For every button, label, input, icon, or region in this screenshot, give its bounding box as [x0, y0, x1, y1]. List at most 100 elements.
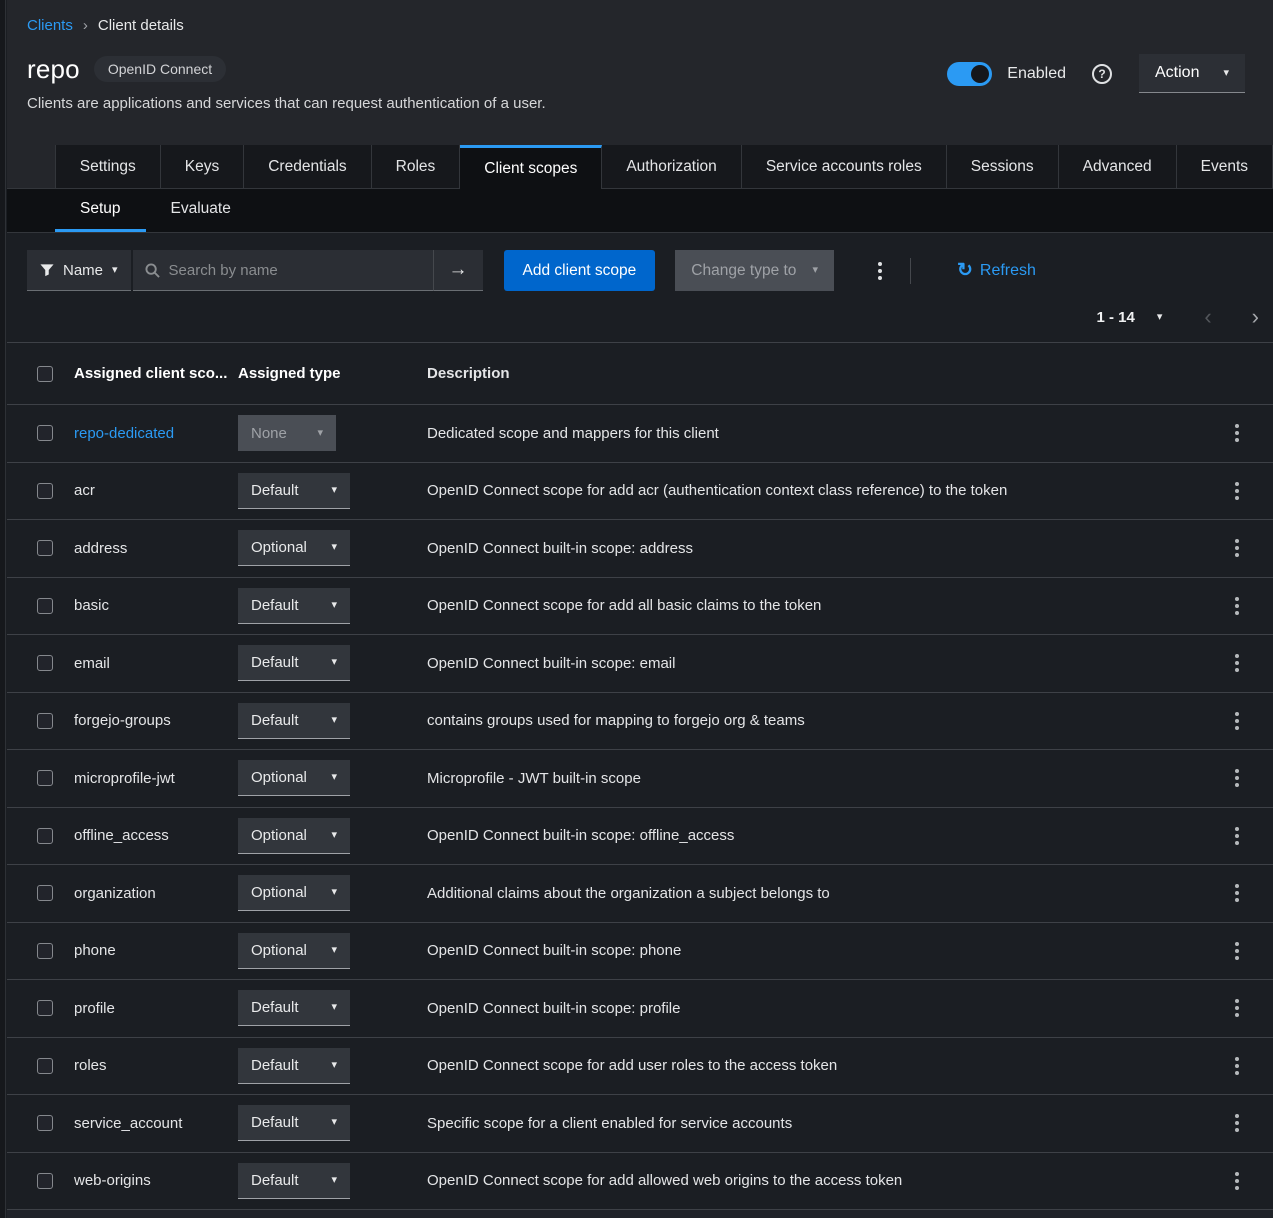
table-toolbar: Name ▾ → Add client scope Change type to…: [7, 233, 1273, 291]
assigned-type-dropdown[interactable]: Optional ▾: [238, 760, 350, 796]
row-kebab-menu[interactable]: [1225, 591, 1249, 621]
select-all-checkbox[interactable]: [37, 366, 53, 382]
scope-name[interactable]: profile: [74, 1000, 115, 1017]
scope-name[interactable]: organization: [74, 885, 156, 902]
scope-description: Dedicated scope and mappers for this cli…: [427, 425, 1221, 442]
chevron-down-icon: ▾: [1223, 68, 1229, 79]
row-checkbox[interactable]: [37, 483, 53, 499]
tab-sessions[interactable]: Sessions: [947, 145, 1059, 189]
row-checkbox[interactable]: [37, 540, 53, 556]
pagination-prev-button[interactable]: ‹: [1204, 306, 1211, 328]
row-kebab-menu[interactable]: [1225, 1051, 1249, 1081]
assigned-type-dropdown[interactable]: Optional ▾: [238, 530, 350, 566]
row-checkbox[interactable]: [37, 1173, 53, 1189]
assigned-type-dropdown[interactable]: Default ▾: [238, 588, 350, 624]
scope-name[interactable]: address: [74, 540, 127, 557]
scope-name[interactable]: phone: [74, 942, 116, 959]
scope-description: OpenID Connect built-in scope: phone: [427, 942, 1221, 959]
client-details-page: Clients › Client details repo OpenID Con…: [7, 0, 1273, 1218]
assigned-type-dropdown[interactable]: Optional ▾: [238, 818, 350, 854]
tab-authorization[interactable]: Authorization: [602, 145, 741, 189]
tab-advanced[interactable]: Advanced: [1059, 145, 1177, 189]
scope-name[interactable]: offline_access: [74, 827, 169, 844]
tab-client-scopes[interactable]: Client scopes: [460, 145, 602, 189]
row-kebab-menu[interactable]: [1225, 1108, 1249, 1138]
breadcrumb-clients-link[interactable]: Clients: [27, 17, 73, 34]
scope-name[interactable]: roles: [74, 1057, 107, 1074]
scope-description: OpenID Connect scope for add user roles …: [427, 1057, 1221, 1074]
row-kebab-menu[interactable]: [1225, 476, 1249, 506]
table-row: organization Optional ▾ Additional claim…: [7, 865, 1273, 923]
client-scopes-content: Name ▾ → Add client scope Change type to…: [7, 233, 1273, 1218]
row-kebab-menu[interactable]: [1225, 763, 1249, 793]
row-checkbox[interactable]: [37, 1058, 53, 1074]
row-kebab-menu[interactable]: [1225, 993, 1249, 1023]
chevron-down-icon: ▾: [331, 657, 337, 668]
scope-name[interactable]: service_account: [74, 1115, 182, 1132]
add-client-scope-button[interactable]: Add client scope: [504, 250, 656, 291]
row-checkbox[interactable]: [37, 655, 53, 671]
change-type-dropdown[interactable]: Change type to ▾: [675, 250, 834, 291]
action-dropdown[interactable]: Action ▾: [1139, 54, 1245, 93]
scope-name[interactable]: web-origins: [74, 1172, 151, 1189]
row-kebab-menu[interactable]: [1225, 878, 1249, 908]
row-checkbox[interactable]: [37, 770, 53, 786]
assigned-type-dropdown[interactable]: Default ▾: [238, 1105, 350, 1141]
tab-credentials[interactable]: Credentials: [244, 145, 371, 189]
row-checkbox[interactable]: [37, 425, 53, 441]
assigned-type-dropdown[interactable]: Optional ▾: [238, 933, 350, 969]
row-checkbox[interactable]: [37, 885, 53, 901]
scope-name[interactable]: basic: [74, 597, 109, 614]
filter-type-dropdown[interactable]: Name ▾: [27, 250, 131, 291]
scope-name[interactable]: forgejo-groups: [74, 712, 171, 729]
scope-description: OpenID Connect built-in scope: address: [427, 540, 1221, 557]
row-checkbox[interactable]: [37, 598, 53, 614]
tab-events[interactable]: Events: [1177, 145, 1273, 189]
scope-name[interactable]: email: [74, 655, 110, 672]
row-kebab-menu[interactable]: [1225, 706, 1249, 736]
tab-service-accounts-roles[interactable]: Service accounts roles: [742, 145, 947, 189]
row-kebab-menu[interactable]: [1225, 936, 1249, 966]
row-kebab-menu[interactable]: [1225, 533, 1249, 563]
scope-description: OpenID Connect scope for add all basic c…: [427, 597, 1221, 614]
subtab-evaluate[interactable]: Evaluate: [146, 189, 256, 232]
action-label: Action: [1155, 64, 1199, 82]
row-kebab-menu[interactable]: [1225, 418, 1249, 448]
scope-name[interactable]: microprofile-jwt: [74, 770, 175, 787]
tab-roles[interactable]: Roles: [372, 145, 461, 189]
search-submit-button[interactable]: →: [433, 250, 483, 291]
assigned-type-dropdown[interactable]: Default ▾: [238, 1163, 350, 1199]
assigned-type-dropdown[interactable]: None ▾: [238, 415, 336, 451]
assigned-type-dropdown[interactable]: Default ▾: [238, 1048, 350, 1084]
row-kebab-menu[interactable]: [1225, 648, 1249, 678]
row-checkbox[interactable]: [37, 943, 53, 959]
row-kebab-menu[interactable]: [1225, 1166, 1249, 1196]
subtab-setup[interactable]: Setup: [55, 189, 146, 232]
row-kebab-menu[interactable]: [1225, 821, 1249, 851]
scope-name[interactable]: acr: [74, 482, 95, 499]
search-input[interactable]: [169, 262, 421, 279]
row-checkbox[interactable]: [37, 713, 53, 729]
row-checkbox[interactable]: [37, 828, 53, 844]
pagination-next-button[interactable]: ›: [1252, 306, 1259, 328]
pagination: 1 - 14 ▾ ‹ ›: [7, 301, 1273, 333]
assigned-type-dropdown[interactable]: Default ▾: [238, 645, 350, 681]
refresh-button[interactable]: ↻ Refresh: [957, 261, 1036, 280]
tab-keys[interactable]: Keys: [161, 145, 244, 189]
assigned-type-dropdown[interactable]: Default ▾: [238, 990, 350, 1026]
column-assigned-client-scope: Assigned client sco...: [74, 365, 238, 382]
row-checkbox[interactable]: [37, 1000, 53, 1016]
page-header: Clients › Client details repo OpenID Con…: [7, 0, 1273, 145]
pagination-options-icon[interactable]: ▾: [1157, 312, 1163, 323]
scope-name[interactable]: repo-dedicated: [74, 425, 174, 442]
toolbar-kebab-menu[interactable]: [862, 253, 898, 289]
help-icon[interactable]: ?: [1092, 64, 1112, 84]
tab-settings[interactable]: Settings: [55, 145, 161, 189]
assigned-type-dropdown[interactable]: Default ▾: [238, 703, 350, 739]
table-row: service_account Default ▾ Specific scope…: [7, 1095, 1273, 1153]
chevron-down-icon: ▾: [331, 715, 337, 726]
enabled-toggle[interactable]: [947, 62, 992, 86]
row-checkbox[interactable]: [37, 1115, 53, 1131]
assigned-type-dropdown[interactable]: Optional ▾: [238, 875, 350, 911]
assigned-type-dropdown[interactable]: Default ▾: [238, 473, 350, 509]
